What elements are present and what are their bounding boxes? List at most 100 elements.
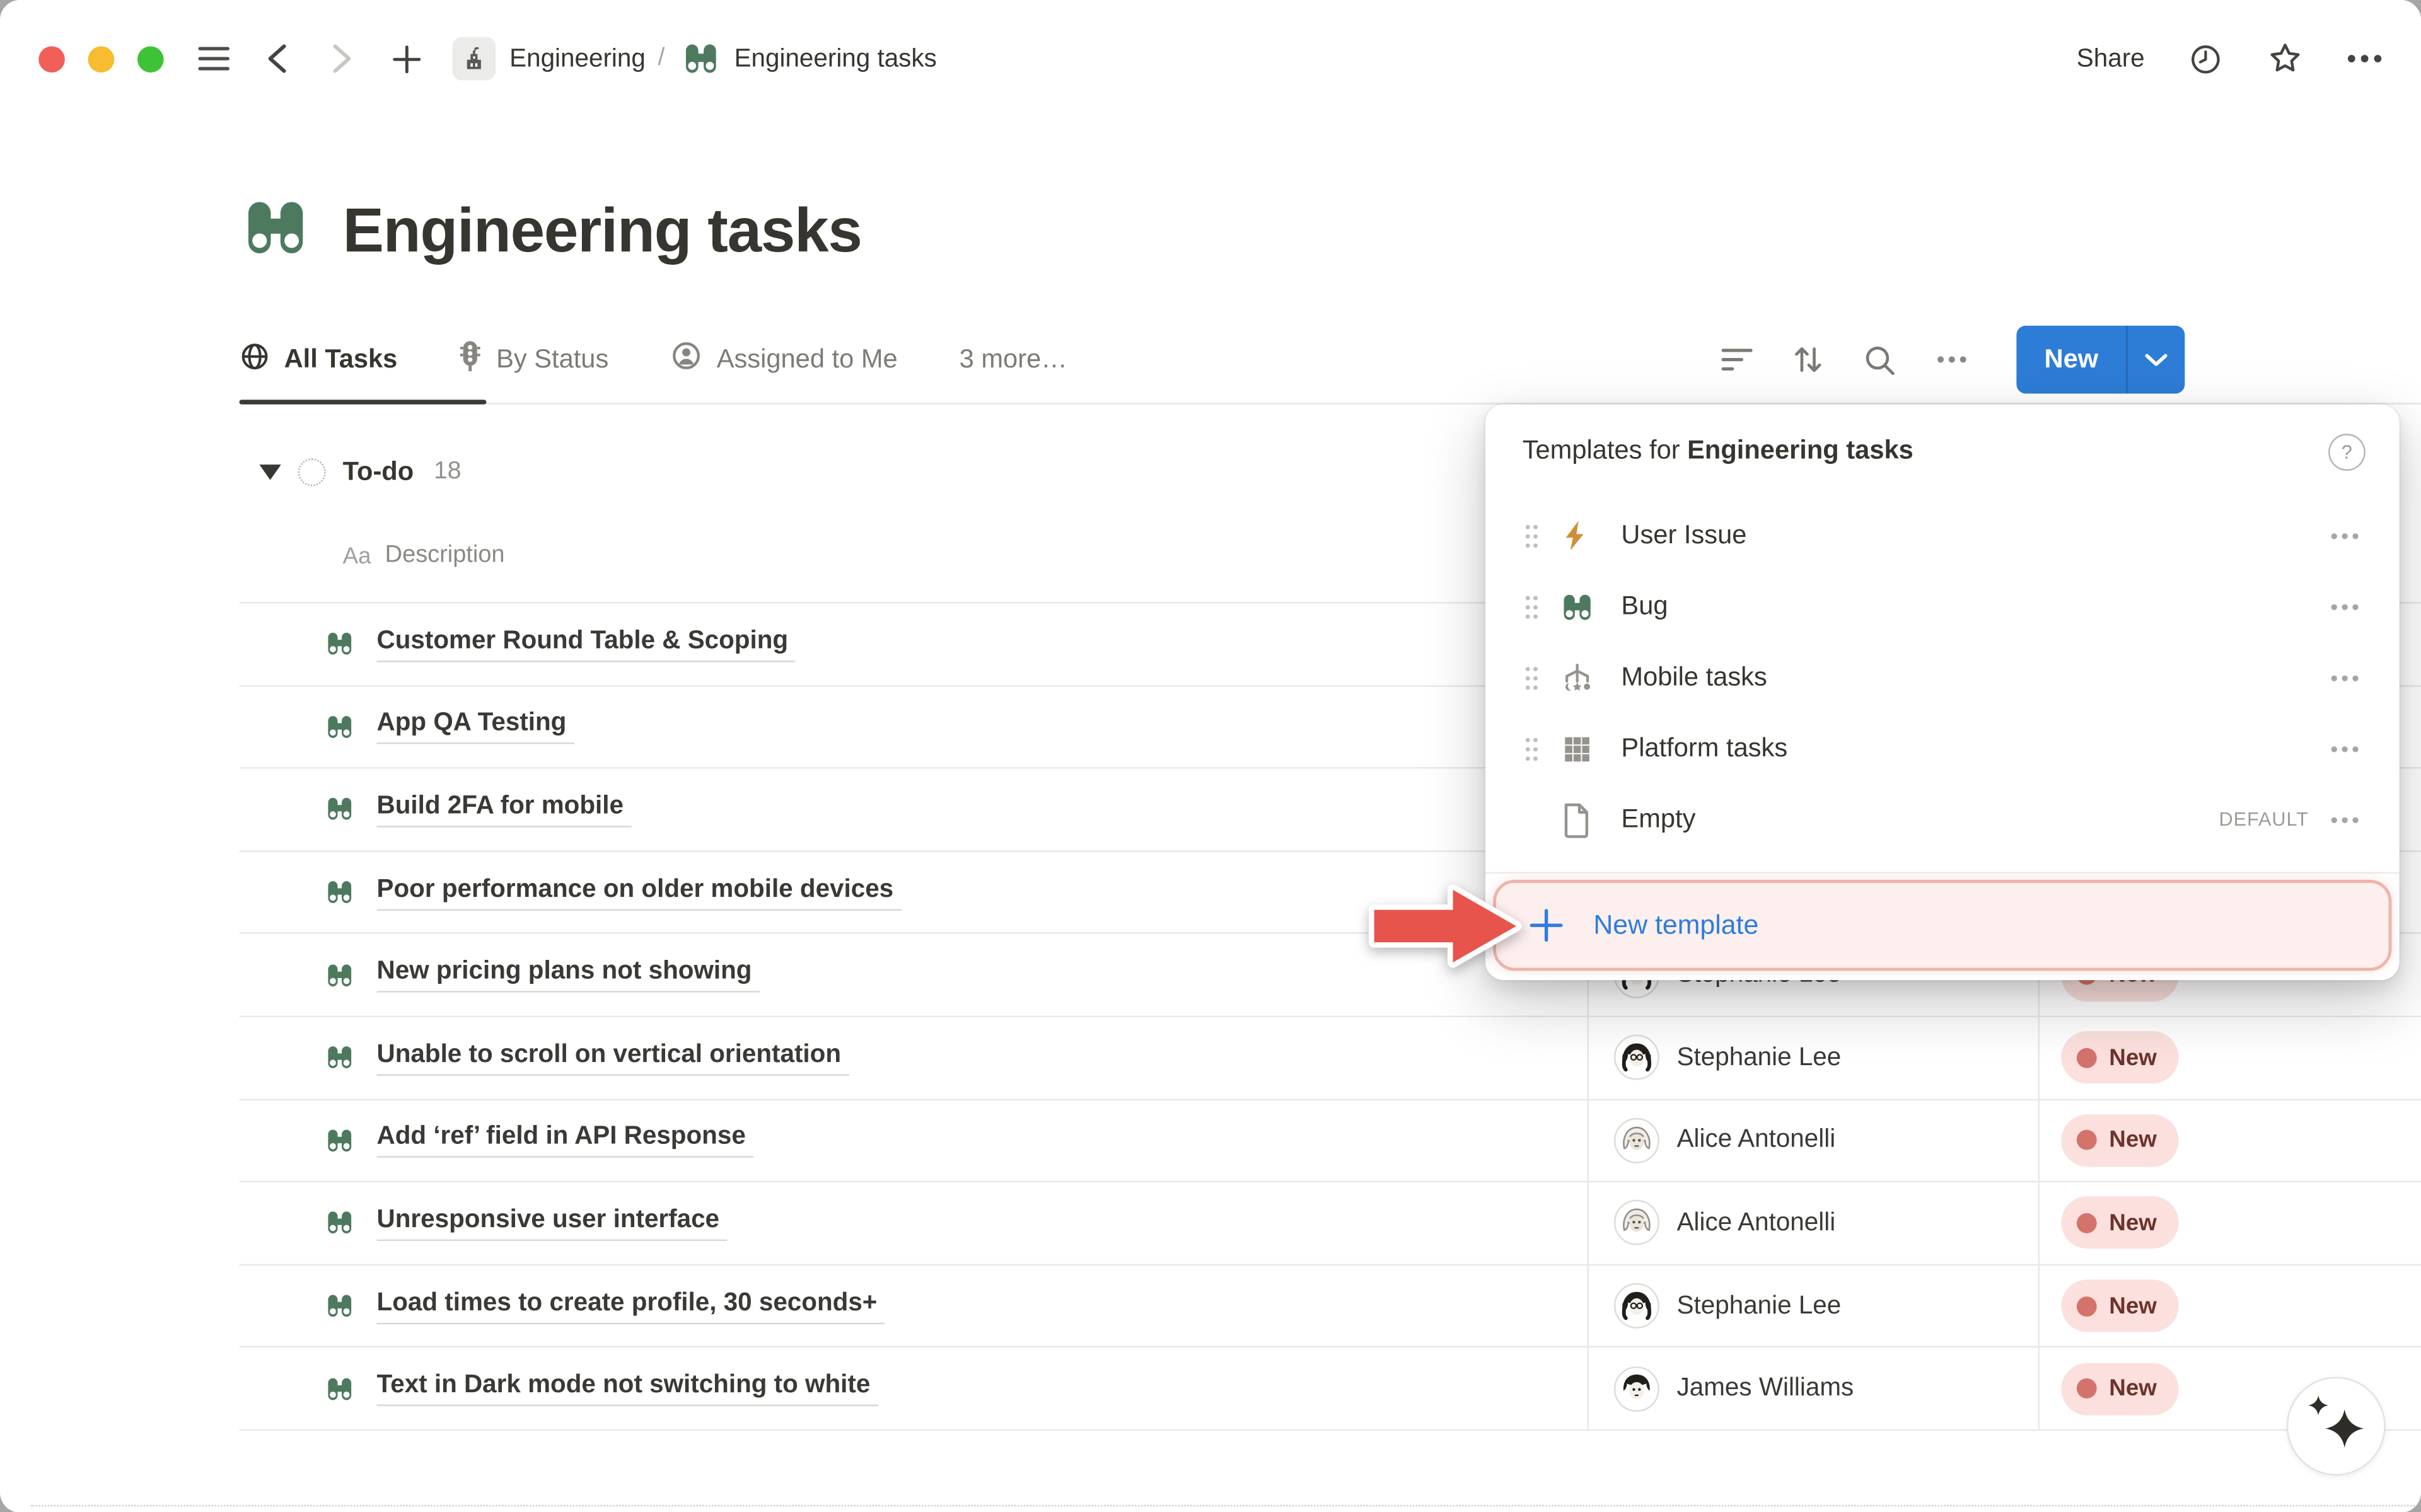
- task-title[interactable]: Unable to scroll on vertical orientation: [377, 1040, 849, 1075]
- drag-handle-icon[interactable]: [1523, 522, 1543, 549]
- tab-all-tasks[interactable]: All Tasks: [240, 340, 398, 379]
- assignee-cell[interactable]: Stephanie Lee: [1588, 1266, 2038, 1347]
- drag-handle-icon[interactable]: [1523, 736, 1543, 762]
- task-title[interactable]: App QA Testing: [377, 709, 574, 744]
- forward-icon[interactable]: [332, 43, 352, 74]
- close-window-button[interactable]: [38, 45, 65, 72]
- binoculars-icon: [1557, 589, 1597, 624]
- table-row[interactable]: Load times to create profile, 30 seconds…: [240, 1266, 2421, 1348]
- avatar: [1613, 1200, 1659, 1246]
- assignee-cell[interactable]: Alice Antonelli: [1588, 1182, 2038, 1264]
- template-item-platform-tasks[interactable]: Platform tasks •••: [1485, 713, 2400, 784]
- annotation-arrow-icon: [1363, 880, 1527, 980]
- task-title[interactable]: Unresponsive user interface: [377, 1206, 728, 1241]
- status-cell[interactable]: New: [2038, 1266, 2421, 1347]
- view-more-options-icon[interactable]: •••: [1937, 347, 1970, 373]
- status-cell[interactable]: New: [2038, 1017, 2421, 1099]
- table-row[interactable]: Unresponsive user interface Alice Antone…: [240, 1182, 2421, 1265]
- assignee-name[interactable]: Alice Antonelli: [1677, 1126, 1836, 1155]
- assignee-cell[interactable]: James Williams: [1588, 1348, 2038, 1429]
- page-binoculars-icon[interactable]: [240, 192, 312, 272]
- binoculars-icon: [324, 712, 355, 742]
- status-label: New: [2109, 1044, 2157, 1071]
- binoculars-icon: [324, 1373, 355, 1404]
- column-header-description[interactable]: Aa Description: [343, 531, 505, 580]
- status-badge[interactable]: New: [2061, 1114, 2178, 1167]
- view-tabs: All Tasks By Status Assigned to Me 3 mor…: [240, 340, 1067, 380]
- search-icon[interactable]: [1864, 343, 1896, 376]
- group-name[interactable]: To-do: [343, 457, 414, 488]
- task-title[interactable]: Customer Round Table & Scoping: [377, 626, 796, 662]
- template-menu-icon[interactable]: •••: [2330, 807, 2362, 832]
- binoculars-icon: [324, 1208, 355, 1238]
- sparkle-icon: [2325, 1409, 2364, 1455]
- back-icon[interactable]: [267, 43, 287, 74]
- new-button[interactable]: New: [2016, 326, 2126, 394]
- table-row[interactable]: Unable to scroll on vertical orientation…: [240, 1017, 2421, 1100]
- template-menu-icon[interactable]: •••: [2330, 666, 2362, 690]
- task-title[interactable]: Build 2FA for mobile: [377, 792, 632, 827]
- table-row[interactable]: Text in Dark mode not switching to white…: [240, 1348, 2421, 1431]
- minimize-window-button[interactable]: [88, 45, 115, 72]
- status-badge[interactable]: New: [2061, 1279, 2178, 1332]
- template-menu-icon[interactable]: •••: [2330, 736, 2362, 761]
- status-cell[interactable]: New: [2038, 1100, 2421, 1181]
- share-button[interactable]: Share: [2077, 44, 2145, 74]
- task-title[interactable]: New pricing plans not showing: [377, 957, 760, 993]
- binoculars-icon: [324, 794, 355, 825]
- clock-icon[interactable]: [2188, 41, 2223, 76]
- tab-by-status[interactable]: By Status: [459, 340, 608, 380]
- status-badge[interactable]: New: [2061, 1197, 2178, 1249]
- template-item-bug[interactable]: Bug •••: [1485, 571, 2400, 642]
- table-row[interactable]: Add ‘ref’ field in API Response Alice An…: [240, 1100, 2421, 1182]
- assignee-name[interactable]: Stephanie Lee: [1677, 1043, 1842, 1073]
- task-title[interactable]: Load times to create profile, 30 seconds…: [377, 1288, 885, 1324]
- status-dot-icon: [2077, 1296, 2097, 1316]
- more-options-icon[interactable]: [2347, 54, 2382, 64]
- grid-icon: [1557, 732, 1597, 765]
- template-item-user-issue[interactable]: User Issue •••: [1485, 500, 2400, 571]
- collapse-triangle-icon[interactable]: [259, 465, 281, 480]
- tabs-more-button[interactable]: 3 more…: [960, 344, 1067, 375]
- template-menu-icon[interactable]: •••: [2330, 594, 2362, 619]
- template-item-empty[interactable]: Empty DEFAULT •••: [1485, 784, 2400, 855]
- template-menu-icon[interactable]: •••: [2330, 523, 2362, 548]
- ai-assistant-button[interactable]: [2287, 1376, 2386, 1475]
- new-template-button[interactable]: New template: [1493, 880, 2391, 971]
- status-badge[interactable]: New: [2061, 1363, 2178, 1415]
- task-title[interactable]: Add ‘ref’ field in API Response: [377, 1122, 754, 1158]
- assignee-cell[interactable]: Alice Antonelli: [1588, 1100, 2038, 1181]
- assignee-name[interactable]: James Williams: [1677, 1374, 1854, 1404]
- status-cell[interactable]: New: [2038, 1182, 2421, 1264]
- favorite-star-icon[interactable]: [2267, 40, 2304, 78]
- bottom-edge-divider: [31, 1505, 2421, 1506]
- binoculars-icon: [324, 1042, 355, 1073]
- sort-icon[interactable]: [1793, 344, 1824, 375]
- filter-icon[interactable]: [1722, 347, 1753, 372]
- zoom-window-button[interactable]: [137, 45, 164, 72]
- status-dot-icon: [2077, 1213, 2097, 1233]
- breadcrumb-page[interactable]: Engineering tasks: [734, 44, 937, 74]
- view-toolbar: ••• New: [1722, 326, 2185, 394]
- hamburger-menu-icon[interactable]: [197, 45, 229, 72]
- assignee-cell[interactable]: Stephanie Lee: [1588, 1017, 2038, 1099]
- help-icon[interactable]: ?: [2328, 434, 2366, 471]
- new-page-plus-icon[interactable]: [392, 44, 422, 74]
- column-label: Description: [385, 542, 505, 570]
- template-item-mobile-tasks[interactable]: Mobile tasks •••: [1485, 642, 2400, 713]
- status-label: New: [2109, 1128, 2157, 1154]
- breadcrumb-workspace[interactable]: Engineering: [509, 44, 646, 74]
- task-title[interactable]: Text in Dark mode not switching to white: [377, 1371, 878, 1406]
- page-title[interactable]: Engineering tasks: [343, 197, 862, 266]
- tab-assigned-to-me[interactable]: Assigned to Me: [670, 340, 897, 380]
- new-button-dropdown[interactable]: [2126, 326, 2185, 394]
- drag-handle-icon[interactable]: [1523, 664, 1543, 691]
- assignee-name[interactable]: Alice Antonelli: [1677, 1208, 1836, 1238]
- popup-title: Templates for Engineering tasks: [1523, 436, 1913, 466]
- task-title[interactable]: Poor performance on older mobile devices: [377, 875, 902, 910]
- assignee-name[interactable]: Stephanie Lee: [1677, 1291, 1842, 1321]
- drag-handle-icon[interactable]: [1523, 594, 1543, 620]
- status-badge[interactable]: New: [2061, 1032, 2178, 1084]
- active-tab-underline: [240, 400, 487, 404]
- workspace-building-icon[interactable]: [453, 37, 496, 81]
